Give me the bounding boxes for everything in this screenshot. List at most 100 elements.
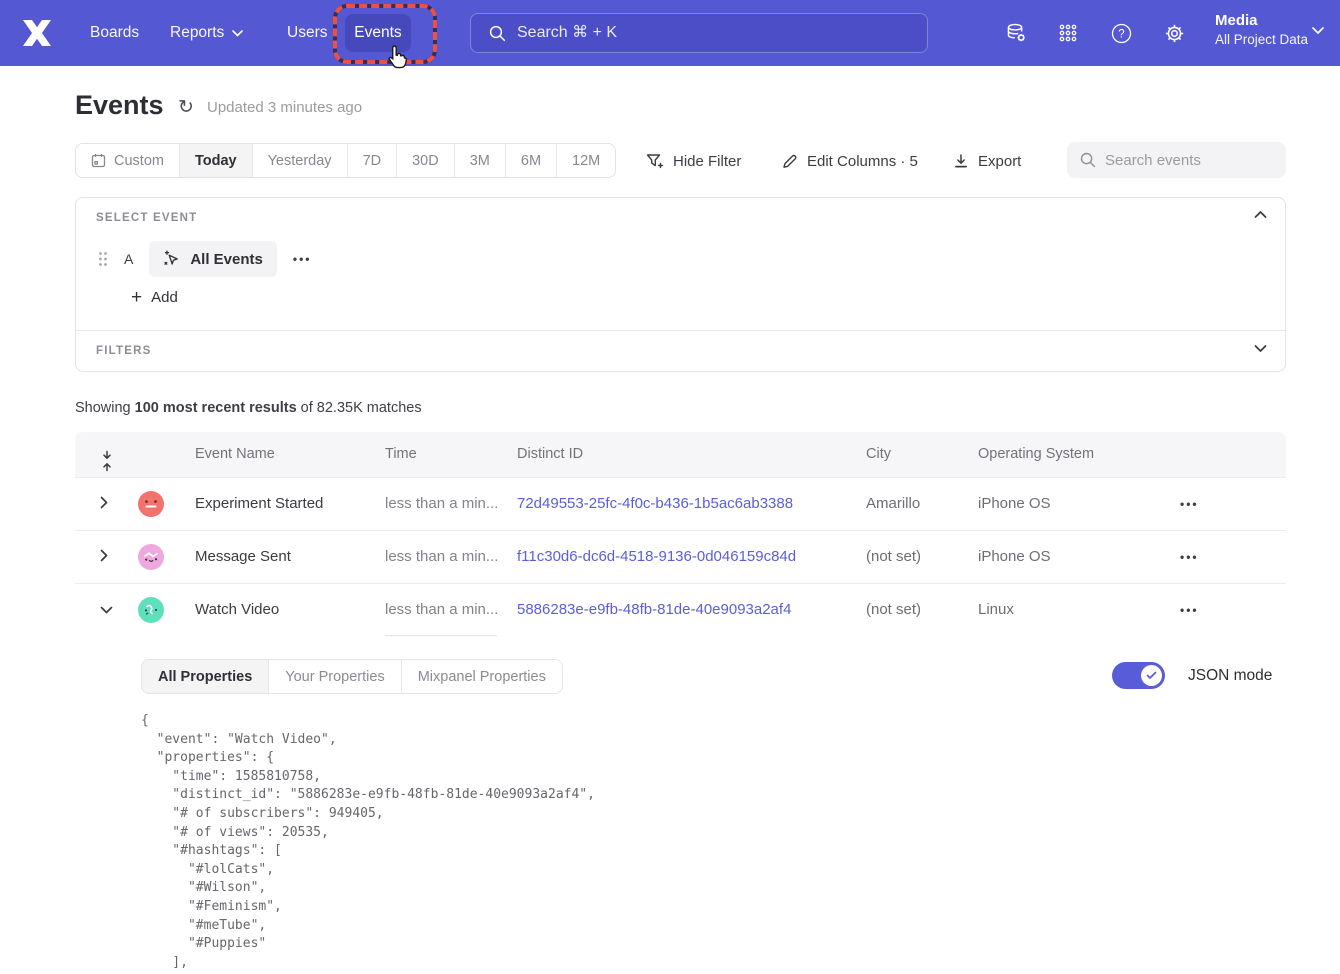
distinct-id-link[interactable]: 5886283e-e9fb-48fb-81de-40e9093a2af4 — [517, 601, 791, 618]
nav-item-events-label: Events — [354, 24, 401, 42]
funnel-icon — [646, 153, 664, 170]
chevron-up-icon[interactable] — [1254, 210, 1267, 219]
nav-item-users[interactable]: Users — [287, 0, 327, 66]
check-icon — [1146, 671, 1157, 680]
nav-item-users-label: Users — [287, 24, 327, 42]
json-mode-label: JSON mode — [1188, 667, 1272, 685]
event-more-options-icon[interactable]: ••• — [293, 252, 312, 266]
row-more-options-icon[interactable]: ••• — [1180, 603, 1199, 617]
export-label: Export — [978, 153, 1021, 170]
col-header-os[interactable]: Operating System — [978, 446, 1094, 462]
help-icon[interactable]: ? — [1105, 17, 1137, 49]
row-more-options-icon[interactable]: ••• — [1180, 550, 1199, 564]
col-header-distinct-id[interactable]: Distinct ID — [517, 446, 583, 462]
date-option-yesterday[interactable]: Yesterday — [253, 144, 348, 177]
nav-item-boards-label: Boards — [90, 24, 139, 42]
chevron-right-icon[interactable] — [100, 549, 108, 562]
magic-cursor-icon — [163, 250, 181, 268]
event-row-letter: A — [124, 251, 133, 267]
toggle-knob — [1141, 665, 1162, 686]
drag-handle-icon[interactable] — [98, 251, 108, 267]
search-events-input[interactable] — [1105, 152, 1265, 169]
table-row[interactable]: Message Sent less than a min... f11c30d6… — [75, 530, 1286, 583]
nav-item-events[interactable]: Events — [345, 14, 411, 52]
data-management-icon[interactable] — [1000, 17, 1032, 49]
chevron-down-icon — [1312, 27, 1324, 35]
filters-label: FILTERS — [96, 345, 151, 357]
table-row[interactable]: Experiment Started less than a min... 72… — [75, 477, 1286, 530]
event-city: Amarillo — [866, 495, 920, 512]
settings-gear-icon[interactable] — [1158, 17, 1190, 49]
date-option-30d[interactable]: 30D — [397, 144, 455, 177]
refresh-icon[interactable]: ↻ — [178, 96, 194, 119]
date-option-3m[interactable]: 3M — [455, 144, 506, 177]
table-row-expanded[interactable]: Watch Video less than a min... 5886283e-… — [75, 583, 1286, 636]
event-json-viewer[interactable]: { "event": "Watch Video", "properties": … — [141, 712, 595, 972]
time-cell-divider — [385, 635, 497, 636]
date-range-selector: Custom Today Yesterday 7D 30D 3M 6M 12M — [75, 143, 616, 178]
nav-item-boards[interactable]: Boards — [90, 0, 139, 66]
collapse-all-icon[interactable] — [100, 450, 114, 472]
global-search-input[interactable] — [517, 24, 897, 42]
plus-icon: + — [131, 288, 142, 307]
date-option-custom[interactable]: Custom — [76, 144, 180, 177]
tab-all-properties[interactable]: All Properties — [142, 660, 269, 693]
project-selector[interactable]: Media All Project Data — [1215, 12, 1308, 47]
properties-tabs: All Properties Your Properties Mixpanel … — [141, 659, 563, 694]
query-builder-card: SELECT EVENT A All Events ••• + — [75, 197, 1286, 372]
event-name: Message Sent — [195, 548, 291, 565]
event-query-row: A All Events ••• — [98, 241, 311, 277]
chevron-right-icon[interactable] — [100, 496, 108, 509]
date-option-12m[interactable]: 12M — [557, 144, 615, 177]
mixpanel-logo-icon[interactable] — [20, 0, 54, 66]
edit-columns-button[interactable]: Edit Columns · 5 — [781, 146, 918, 176]
chevron-down-icon — [232, 30, 243, 37]
svg-text:?: ? — [1118, 28, 1124, 40]
tab-mixpanel-properties[interactable]: Mixpanel Properties — [402, 660, 562, 693]
event-os: iPhone OS — [978, 495, 1051, 512]
event-avatar — [138, 491, 164, 517]
date-option-7d[interactable]: 7D — [348, 144, 398, 177]
nav-item-reports[interactable]: Reports — [170, 0, 243, 66]
event-time: less than a min... — [385, 495, 505, 512]
col-header-city[interactable]: City — [866, 446, 891, 462]
tab-your-properties[interactable]: Your Properties — [269, 660, 401, 693]
summary-suffix: of 82.35K matches — [297, 400, 422, 416]
apps-grid-icon[interactable] — [1052, 17, 1084, 49]
row-more-options-icon[interactable]: ••• — [1180, 497, 1199, 511]
card-divider — [76, 330, 1285, 331]
project-scope: All Project Data — [1215, 32, 1308, 47]
add-label: Add — [151, 289, 178, 306]
distinct-id-link[interactable]: 72d49553-25fc-4f0c-b436-1b5ac6ab3388 — [517, 495, 793, 512]
search-icon — [489, 25, 506, 42]
add-event-button[interactable]: + Add — [131, 288, 178, 307]
global-search[interactable] — [470, 13, 928, 53]
search-events[interactable] — [1067, 142, 1286, 178]
top-navbar: Boards Reports Users Events — [0, 0, 1340, 66]
event-os: iPhone OS — [978, 548, 1051, 565]
project-name: Media — [1215, 12, 1308, 29]
col-header-event-name[interactable]: Event Name — [195, 446, 275, 462]
date-option-6m[interactable]: 6M — [506, 144, 557, 177]
distinct-id-link[interactable]: f11c30d6-dc6d-4518-9136-0d046159c84d — [517, 548, 796, 565]
event-avatar — [138, 544, 164, 570]
event-name: Watch Video — [195, 601, 279, 618]
hide-filter-label: Hide Filter — [673, 153, 741, 170]
date-option-label: Custom — [114, 153, 164, 169]
pencil-icon — [781, 153, 798, 170]
export-button[interactable]: Export — [953, 146, 1021, 176]
json-mode-toggle[interactable] — [1112, 662, 1165, 689]
event-avatar-face-icon — [143, 499, 159, 509]
date-option-today[interactable]: Today — [180, 144, 253, 177]
nav-item-reports-label: Reports — [170, 24, 224, 42]
col-header-time[interactable]: Time — [385, 446, 417, 462]
hide-filter-button[interactable]: Hide Filter — [646, 146, 741, 176]
chevron-down-icon[interactable] — [100, 606, 113, 614]
search-icon — [1080, 152, 1096, 168]
calendar-icon — [91, 153, 106, 168]
event-time: less than a min... — [385, 548, 505, 565]
event-avatar-face-icon — [143, 551, 159, 563]
chevron-down-icon[interactable] — [1254, 344, 1267, 353]
event-selector-button[interactable]: All Events — [149, 241, 277, 277]
selected-event-name: All Events — [190, 251, 263, 268]
